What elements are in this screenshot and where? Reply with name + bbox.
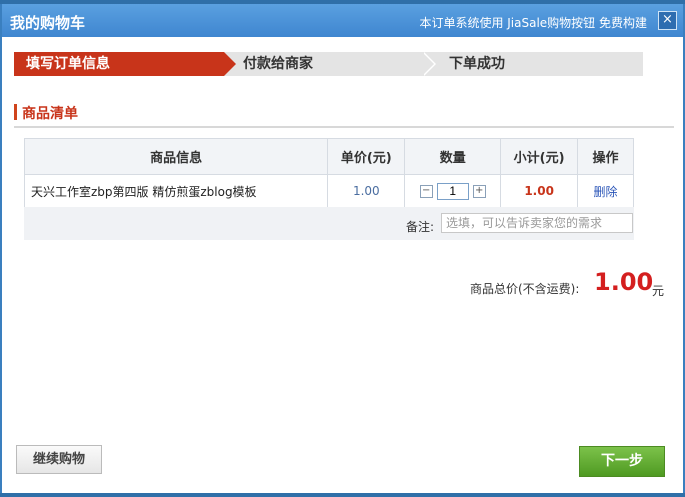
dialog-title: 我的购物车 bbox=[10, 14, 86, 32]
col-header-qty: 数量 bbox=[404, 138, 502, 175]
col-header-subtotal: 小计(元) bbox=[500, 138, 579, 175]
order-steps: 填写订单信息 付款给商家 下单成功 bbox=[14, 52, 643, 76]
op-cell: 删除 bbox=[577, 174, 634, 208]
step-arrow bbox=[224, 52, 236, 76]
qty-cell: − + bbox=[404, 174, 502, 208]
subtotal: 1.00 bbox=[500, 174, 579, 208]
next-step-button[interactable]: 下一步 bbox=[579, 446, 665, 477]
cart-table: 商品信息 单价(元) 数量 小计(元) 操作 天兴工作室zbp第四版 精仿煎蛋z… bbox=[23, 138, 634, 208]
total-unit: 元 bbox=[652, 284, 665, 298]
unit-price: 1.00 bbox=[327, 174, 406, 208]
window-bottom-strip bbox=[0, 493, 685, 497]
plus-icon[interactable]: + bbox=[472, 184, 486, 198]
dialog-titlebar: 我的购物车 本订单系统使用 JiaSale购物按钮 免费构建 × bbox=[2, 4, 683, 37]
step-fill-order: 填写订单信息 bbox=[14, 52, 224, 76]
continue-shopping-button[interactable]: 继续购物 bbox=[16, 445, 102, 474]
product-name: 天兴工作室zbp第四版 精仿煎蛋zblog模板 bbox=[23, 174, 329, 208]
close-icon[interactable]: × bbox=[658, 11, 677, 30]
step-label: 下单成功 bbox=[449, 56, 505, 72]
col-header-product: 商品信息 bbox=[23, 138, 329, 175]
cart-dialog: 我的购物车 本订单系统使用 JiaSale购物按钮 免费构建 × 填写订单信息 … bbox=[0, 4, 685, 495]
total-price: 1.00 bbox=[594, 268, 654, 296]
total-label: 商品总价(不含运费): bbox=[470, 282, 580, 296]
step-label: 付款给商家 bbox=[243, 56, 313, 72]
quantity-input[interactable] bbox=[436, 182, 469, 200]
table-header-row: 商品信息 单价(元) 数量 小计(元) 操作 bbox=[23, 138, 634, 175]
step-arrow bbox=[422, 52, 434, 76]
minus-icon[interactable]: − bbox=[419, 184, 433, 198]
col-header-op: 操作 bbox=[577, 138, 634, 175]
col-header-price: 单价(元) bbox=[327, 138, 406, 175]
quantity-stepper: − + bbox=[406, 182, 499, 200]
section-title: 商品清单 bbox=[22, 106, 78, 122]
table-row: 天兴工作室zbp第四版 精仿煎蛋zblog模板 1.00 − + 1.00 删除 bbox=[23, 174, 634, 208]
section-header: 商品清单 bbox=[14, 102, 674, 128]
section-marker bbox=[14, 104, 17, 120]
note-label: 备注: bbox=[406, 220, 435, 234]
note-input[interactable]: 选填，可以告诉卖家您的需求 bbox=[441, 213, 633, 233]
built-by-text: 本订单系统使用 JiaSale购物按钮 免费构建 bbox=[419, 16, 647, 30]
delete-link[interactable]: 删除 bbox=[594, 185, 618, 199]
note-bar: 备注: 选填，可以告诉卖家您的需求 bbox=[24, 207, 634, 240]
step-label: 填写订单信息 bbox=[26, 56, 110, 72]
